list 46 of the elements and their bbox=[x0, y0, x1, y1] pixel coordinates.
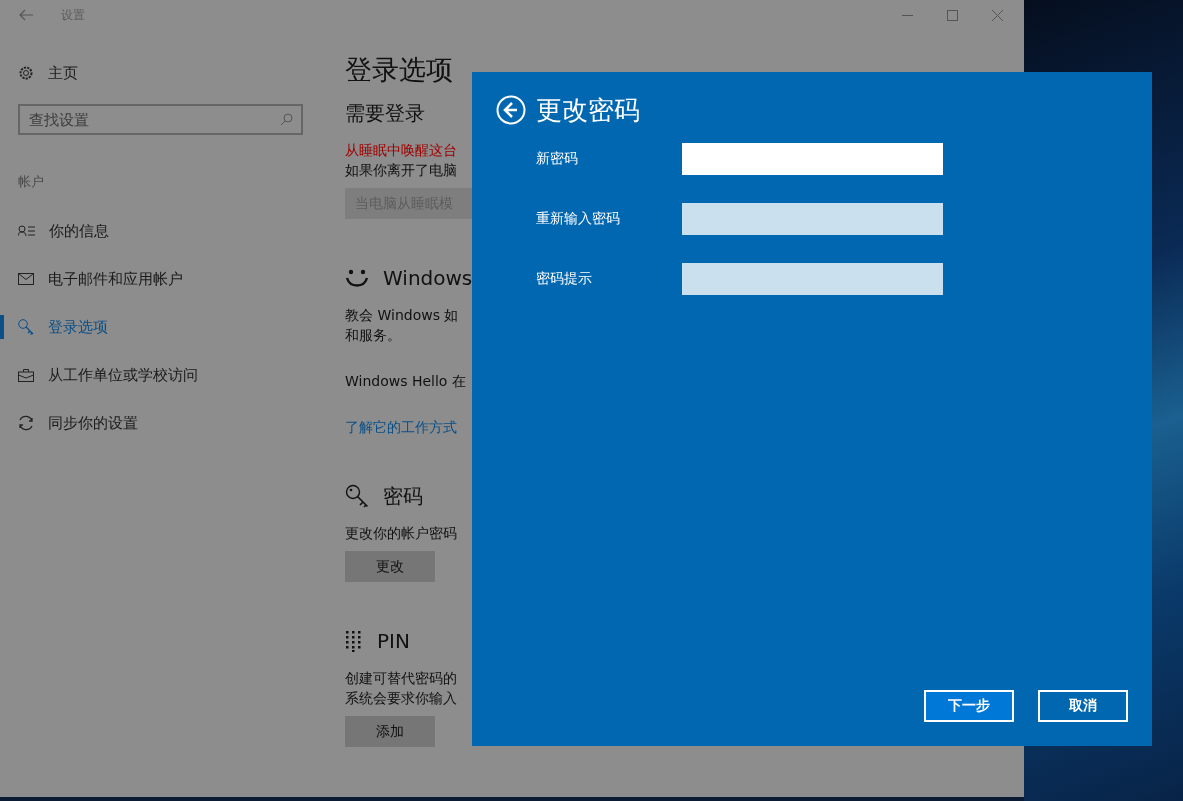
description-text: 创建可替代密码的 bbox=[345, 669, 457, 688]
section-heading: Windows bbox=[383, 266, 473, 290]
search-icon bbox=[280, 113, 293, 126]
section-heading: 密码 bbox=[383, 482, 423, 510]
description-text: 和服务。 bbox=[345, 326, 401, 345]
next-button[interactable]: 下一步 bbox=[924, 690, 1014, 722]
description-text: Windows Hello 在 bbox=[345, 372, 466, 391]
minimize-icon[interactable] bbox=[902, 14, 913, 16]
action-button[interactable]: 更改 bbox=[345, 551, 435, 582]
close-icon[interactable] bbox=[992, 9, 1003, 21]
cancel-button[interactable]: 取消 bbox=[1038, 690, 1128, 722]
description-text: 系统会要求你输入 bbox=[345, 689, 457, 708]
key-icon bbox=[18, 319, 34, 335]
sidebar-item[interactable]: 电子邮件和应用帐户 bbox=[48, 269, 183, 289]
warning-text: 从睡眠中唤醒这台 bbox=[345, 141, 457, 160]
keypad-icon bbox=[345, 630, 363, 652]
key-icon bbox=[345, 484, 369, 508]
password-field[interactable] bbox=[682, 143, 943, 175]
sidebar-item[interactable]: 同步你的设置 bbox=[48, 413, 138, 433]
description-text: 教会 Windows 如 bbox=[345, 306, 459, 325]
back-icon[interactable] bbox=[496, 95, 526, 125]
field-label: 新密码 bbox=[536, 150, 579, 168]
person-list-icon bbox=[18, 225, 35, 237]
section-heading: 需要登录 bbox=[345, 99, 425, 127]
back-arrow-icon[interactable] bbox=[19, 9, 33, 21]
sync-icon bbox=[18, 415, 34, 431]
page-title: 登录选项 bbox=[345, 53, 454, 87]
search-field[interactable]: 查找设置 bbox=[18, 104, 303, 135]
description-text: 更改你的帐户密码 bbox=[345, 524, 457, 543]
settings-gear-icon[interactable] bbox=[18, 65, 34, 81]
sidebar-item[interactable]: 从工作单位或学校访问 bbox=[48, 365, 198, 385]
dialog-title: 更改密码 bbox=[536, 93, 640, 127]
maximize-icon[interactable] bbox=[947, 9, 958, 21]
password-field[interactable] bbox=[682, 263, 943, 295]
action-button[interactable]: 添加 bbox=[345, 716, 435, 747]
description-text: 如果你离开了电脑 bbox=[345, 161, 457, 180]
field-label: 密码提示 bbox=[536, 270, 593, 288]
password-field[interactable] bbox=[682, 203, 943, 235]
mail-icon bbox=[18, 273, 34, 285]
home-link[interactable]: 主页 bbox=[48, 63, 78, 83]
briefcase-icon bbox=[18, 368, 34, 382]
section-label: 帐户 bbox=[18, 173, 45, 191]
smiley-face-icon bbox=[345, 269, 369, 287]
sidebar-item[interactable]: 你的信息 bbox=[49, 221, 109, 241]
section-heading: PIN bbox=[377, 629, 410, 653]
field-label: 重新输入密码 bbox=[536, 210, 621, 228]
